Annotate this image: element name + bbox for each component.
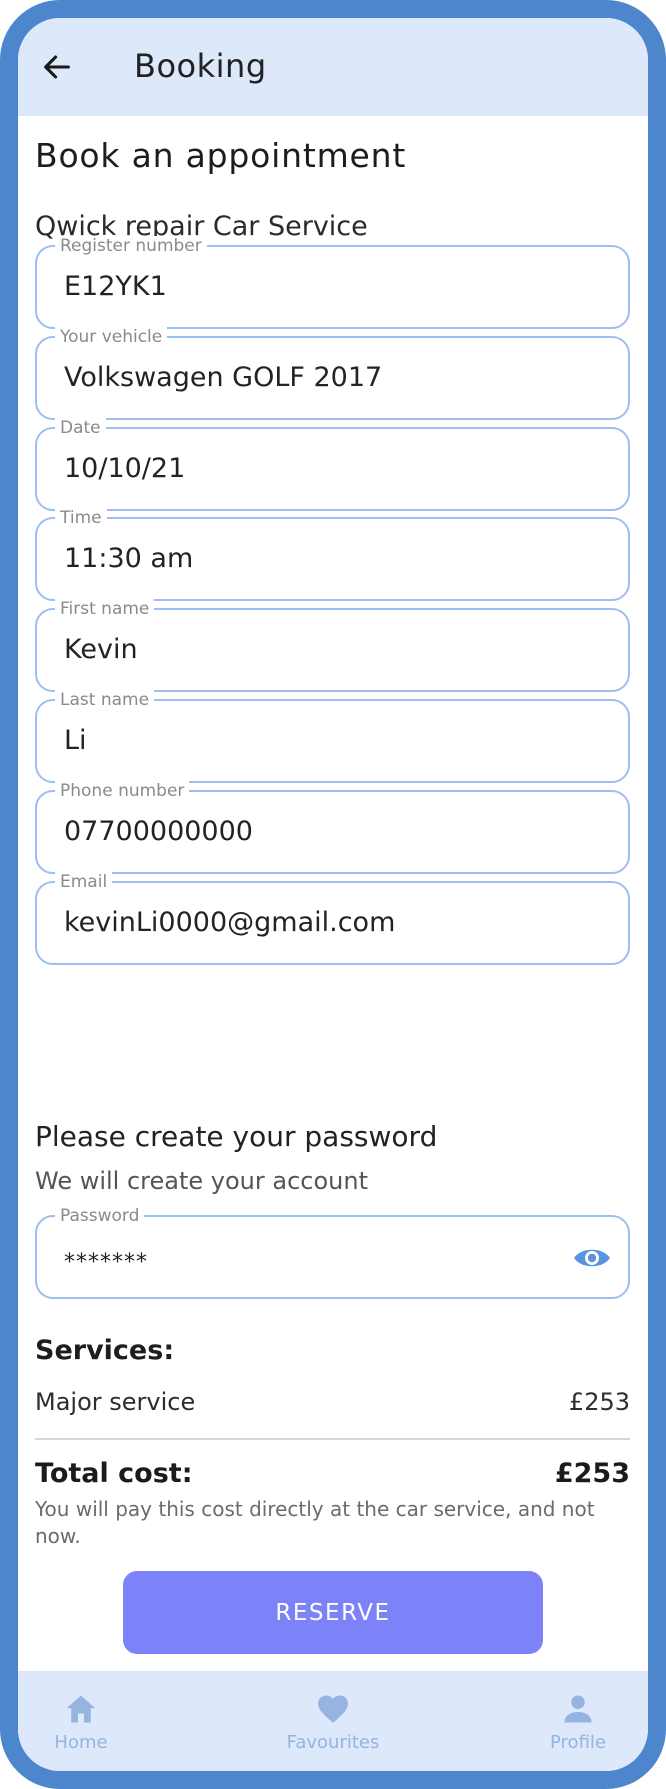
date-field[interactable]: Date 10/10/21 [35, 418, 630, 511]
time-label: Time [55, 508, 107, 528]
phone-number-field[interactable]: Phone number 07700000000 [35, 781, 630, 874]
nav-item-home[interactable]: Home [18, 1691, 151, 1766]
phone-number-value: 07700000000 [64, 816, 253, 847]
nav-label-home: Home [54, 1732, 108, 1753]
vehicle-field[interactable]: Your vehicle Volkswagen GOLF 2017 [35, 327, 630, 420]
time-field[interactable]: Time 11:30 am [35, 508, 630, 601]
nav-item-favourites[interactable]: Favourites [263, 1691, 403, 1766]
email-label: Email [55, 872, 113, 892]
register-number-field[interactable]: Register number E12YK1 [35, 236, 630, 329]
last-name-field[interactable]: Last name Li [35, 690, 630, 783]
phone-number-label: Phone number [55, 781, 190, 801]
bottom-navigation: Home Favourites Profile [18, 1671, 648, 1771]
services-title: Services: [35, 1335, 175, 1366]
phone-frame: Booking Book an appointment Qwick repair… [0, 0, 666, 1789]
date-label: Date [55, 418, 106, 438]
service-name-cell: Major service [35, 1388, 196, 1416]
vehicle-value: Volkswagen GOLF 2017 [64, 362, 383, 393]
total-label: Total cost: [35, 1458, 193, 1489]
password-label: Password [55, 1206, 145, 1226]
password-heading: Please create your password [35, 1120, 438, 1153]
service-row: Major service £253 [35, 1385, 630, 1421]
last-name-value: Li [64, 725, 87, 756]
divider [35, 1438, 630, 1440]
email-value: kevinLi0000@gmail.com [64, 907, 396, 938]
page-title: Book an appointment [35, 136, 407, 175]
nav-label-profile: Profile [550, 1732, 606, 1753]
password-field[interactable]: Password ******* [35, 1206, 630, 1299]
app-bar: Booking [18, 18, 648, 116]
heart-icon [318, 1695, 348, 1723]
time-value: 11:30 am [64, 543, 194, 574]
arrow-left-icon[interactable] [40, 50, 74, 84]
vehicle-label: Your vehicle [55, 327, 168, 347]
home-icon [66, 1695, 96, 1723]
email-field[interactable]: Email kevinLi0000@gmail.com [35, 872, 630, 965]
last-name-label: Last name [55, 690, 155, 710]
app-bar-title: Booking [134, 47, 267, 85]
date-value: 10/10/21 [64, 453, 186, 484]
eye-icon[interactable] [572, 1243, 612, 1273]
total-value: £253 [554, 1458, 630, 1489]
person-icon [564, 1695, 592, 1723]
register-number-label: Register number [55, 236, 207, 256]
service-price-cell: £253 [568, 1388, 630, 1416]
nav-item-profile[interactable]: Profile [508, 1691, 648, 1766]
first-name-field[interactable]: First name Kevin [35, 599, 630, 692]
reserve-button[interactable]: RESERVE [123, 1571, 543, 1654]
password-value: ******* [64, 1250, 148, 1275]
first-name-value: Kevin [64, 634, 138, 665]
nav-label-favourites: Favourites [286, 1732, 380, 1753]
password-subheading: We will create your account [35, 1167, 368, 1195]
total-row: Total cost: £253 [35, 1455, 630, 1495]
first-name-label: First name [55, 599, 155, 619]
payment-note: You will pay this cost directly at the c… [35, 1497, 595, 1548]
register-number-value: E12YK1 [64, 271, 167, 302]
